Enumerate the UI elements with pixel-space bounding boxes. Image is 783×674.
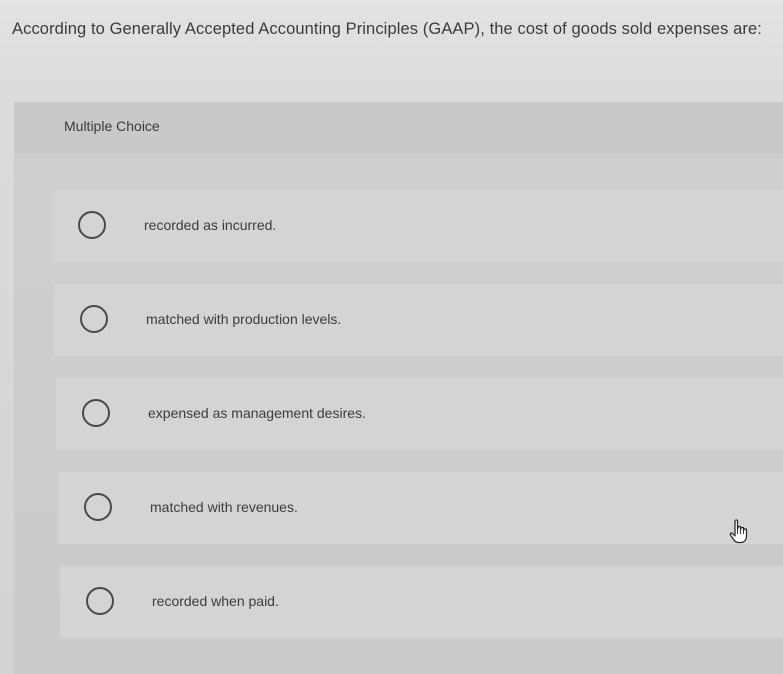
choice-label: recorded as incurred. [144, 217, 277, 233]
radio-unselected-icon[interactable] [84, 493, 112, 521]
multiple-choice-panel: Multiple Choice recorded as incurred. ma… [14, 102, 783, 674]
choice-option-1[interactable]: recorded as incurred. [52, 190, 783, 262]
choice-list: recorded as incurred. matched with produ… [52, 190, 783, 660]
choice-label: expensed as management desires. [148, 405, 366, 421]
multiple-choice-header: Multiple Choice [14, 102, 783, 154]
radio-unselected-icon[interactable] [80, 305, 108, 333]
radio-unselected-icon[interactable] [86, 587, 114, 615]
choice-option-3[interactable]: expensed as management desires. [56, 378, 783, 450]
choice-label: matched with revenues. [150, 499, 298, 515]
choice-label: matched with production levels. [146, 311, 342, 327]
multiple-choice-label: Multiple Choice [64, 118, 160, 134]
choice-label: recorded when paid. [152, 593, 279, 609]
radio-unselected-icon[interactable] [78, 211, 106, 239]
question-text: According to Generally Accepted Accounti… [12, 20, 762, 38]
choice-option-4[interactable]: matched with revenues. [58, 472, 783, 544]
question-area: According to Generally Accepted Accounti… [0, 0, 783, 88]
choice-option-5[interactable]: recorded when paid. [60, 566, 783, 638]
radio-unselected-icon[interactable] [82, 399, 110, 427]
choice-option-2[interactable]: matched with production levels. [54, 284, 783, 356]
hand-pointer-icon [728, 518, 752, 544]
